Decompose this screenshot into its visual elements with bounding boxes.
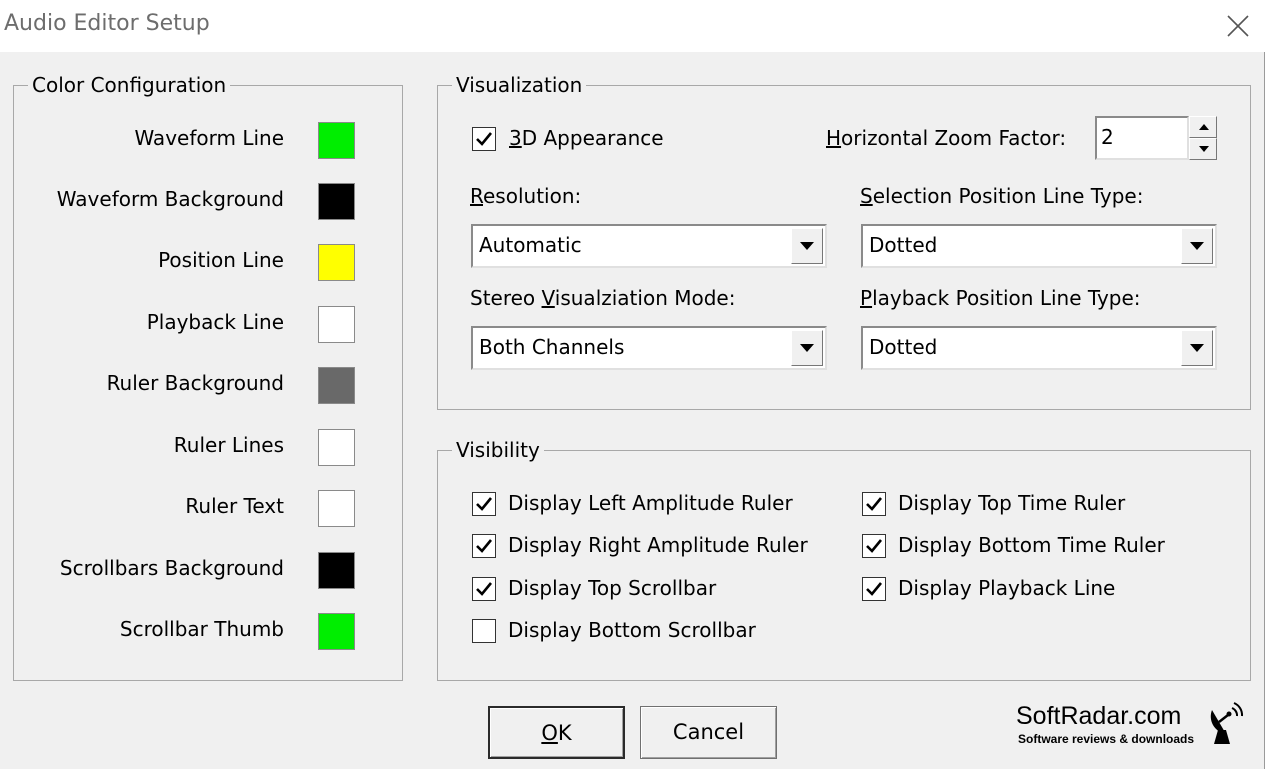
ruler-lines-swatch[interactable]	[318, 429, 355, 466]
top-time-ruler-label[interactable]: Display Top Time Ruler	[898, 491, 1125, 515]
ruler-text-swatch[interactable]	[318, 490, 355, 527]
color-configuration-group: Color Configuration Waveform Line Wavefo…	[13, 72, 403, 681]
bottom-scrollbar-checkbox[interactable]	[472, 619, 496, 643]
stereo-mode-dropdown-button[interactable]	[791, 330, 823, 366]
color-row-scrollbars-background: Scrollbars Background	[14, 552, 400, 590]
watermark-title: SoftRadar.com	[1016, 702, 1182, 730]
playback-line-type-value: Dotted	[869, 335, 938, 359]
color-label: Scrollbars Background	[59, 556, 284, 580]
visualization-title: Visualization	[452, 72, 587, 98]
color-row-ruler-background: Ruler Background	[14, 367, 400, 405]
color-row-ruler-lines: Ruler Lines	[14, 429, 400, 467]
right-amplitude-ruler-checkbox[interactable]	[472, 534, 496, 558]
bottom-time-ruler-checkbox[interactable]	[862, 534, 886, 558]
checkmark-icon	[476, 539, 493, 553]
resolution-select[interactable]: Automatic	[471, 224, 827, 268]
arrow-down-icon	[1199, 146, 1209, 152]
zoom-factor-spinner	[1189, 116, 1217, 160]
stereo-mode-value: Both Channels	[479, 335, 625, 359]
color-row-ruler-text: Ruler Text	[14, 490, 400, 528]
color-label: Scrollbar Thumb	[119, 617, 284, 641]
scrollbars-background-swatch[interactable]	[318, 552, 355, 589]
left-amplitude-ruler-checkbox[interactable]	[472, 492, 496, 516]
title-bar: Audio Editor Setup	[0, 0, 1265, 52]
top-scrollbar-checkbox[interactable]	[472, 577, 496, 601]
checkmark-icon	[476, 582, 493, 596]
resolution-label: Resolution:	[470, 184, 582, 208]
close-icon[interactable]	[1222, 10, 1254, 42]
stereo-mode-select[interactable]: Both Channels	[471, 326, 827, 370]
window-title: Audio Editor Setup	[4, 11, 210, 36]
color-row-playback-line: Playback Line	[14, 306, 400, 344]
waveform-background-swatch[interactable]	[318, 183, 355, 220]
softradar-watermark: SoftRadar.com Software reviews & downloa…	[1016, 702, 1246, 748]
color-row-waveform-background: Waveform Background	[14, 183, 400, 221]
stereo-mode-label: Stereo Visualziation Mode:	[470, 286, 736, 310]
appearance-3d-checkbox[interactable]	[472, 127, 496, 151]
top-time-ruler-checkbox[interactable]	[862, 492, 886, 516]
checkmark-icon	[866, 539, 883, 553]
zoom-factor-input[interactable]: 2	[1095, 116, 1189, 160]
color-row-scrollbar-thumb: Scrollbar Thumb	[14, 613, 400, 651]
bottom-scrollbar-label[interactable]: Display Bottom Scrollbar	[508, 618, 756, 642]
color-row-position-line: Position Line	[14, 244, 400, 282]
selection-line-type-value: Dotted	[869, 233, 938, 257]
waveform-line-swatch[interactable]	[318, 122, 355, 159]
playback-line-label[interactable]: Display Playback Line	[898, 576, 1115, 600]
spin-up-button[interactable]	[1189, 116, 1217, 138]
selection-line-dropdown-button[interactable]	[1181, 228, 1213, 264]
chevron-down-icon	[1190, 344, 1204, 352]
dialog-window: Audio Editor Setup Color Configuration W…	[0, 0, 1265, 769]
visibility-title: Visibility	[452, 437, 544, 463]
left-amplitude-ruler-label[interactable]: Display Left Amplitude Ruler	[508, 491, 793, 515]
ruler-background-swatch[interactable]	[318, 367, 355, 404]
arrow-up-icon	[1199, 124, 1209, 130]
color-label: Ruler Lines	[173, 433, 284, 457]
cancel-button[interactable]: Cancel	[640, 706, 777, 759]
checkmark-icon	[866, 582, 883, 596]
playback-line-swatch[interactable]	[318, 306, 355, 343]
color-label: Playback Line	[146, 310, 284, 334]
bottom-time-ruler-label[interactable]: Display Bottom Time Ruler	[898, 533, 1165, 557]
zoom-factor-label: Horizontal Zoom Factor:	[826, 126, 1067, 150]
position-line-swatch[interactable]	[318, 244, 355, 281]
visibility-group: Visibility	[437, 437, 1251, 681]
color-label: Ruler Text	[185, 494, 284, 518]
color-label: Waveform Background	[56, 187, 284, 211]
scrollbar-thumb-swatch[interactable]	[318, 613, 355, 650]
ok-button[interactable]: OK	[488, 706, 625, 759]
color-label: Waveform Line	[134, 126, 284, 150]
chevron-down-icon	[1190, 242, 1204, 250]
resolution-dropdown-button[interactable]	[791, 228, 823, 264]
appearance-3d-label[interactable]: 3D Appearance	[509, 126, 664, 150]
selection-line-type-label: Selection Position Line Type:	[860, 184, 1144, 208]
selection-line-type-select[interactable]: Dotted	[861, 224, 1217, 268]
zoom-factor-value: 2	[1101, 125, 1114, 149]
checkmark-icon	[476, 132, 493, 146]
spin-down-button[interactable]	[1189, 138, 1217, 160]
checkmark-icon	[476, 497, 493, 511]
top-scrollbar-label[interactable]: Display Top Scrollbar	[508, 576, 716, 600]
checkmark-icon	[866, 497, 883, 511]
color-configuration-title: Color Configuration	[28, 72, 231, 98]
color-label: Position Line	[158, 248, 284, 272]
playback-line-type-label: Playback Position Line Type:	[860, 286, 1141, 310]
chevron-down-icon	[800, 242, 814, 250]
satellite-dish-icon	[1210, 702, 1244, 744]
chevron-down-icon	[800, 344, 814, 352]
watermark-subtitle: Software reviews & downloads	[1018, 732, 1195, 746]
playback-line-dropdown-button[interactable]	[1181, 330, 1213, 366]
resolution-value: Automatic	[479, 233, 582, 257]
color-label: Ruler Background	[106, 371, 284, 395]
color-row-waveform-line: Waveform Line	[14, 122, 400, 160]
playback-line-checkbox[interactable]	[862, 577, 886, 601]
right-amplitude-ruler-label[interactable]: Display Right Amplitude Ruler	[508, 533, 808, 557]
playback-line-type-select[interactable]: Dotted	[861, 326, 1217, 370]
